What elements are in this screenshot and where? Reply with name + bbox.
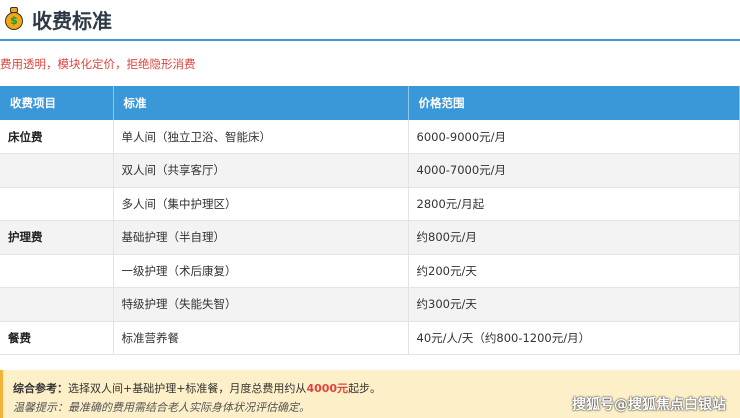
subtitle: 费用透明，模块化定价，拒绝隐形消费 [0, 57, 196, 71]
cell-standard: 特级护理（失能失智） [113, 287, 409, 322]
table-header: 收费项目 标准 价格范围 [0, 86, 740, 120]
summary-label: 综合参考： [13, 382, 68, 395]
cell-price: 约800元/月 [408, 220, 740, 255]
money-bag-icon: $ [4, 7, 24, 31]
cell-item [0, 187, 114, 221]
title-text: 收费标准 [32, 8, 112, 33]
cell-price: 6000-9000元/月 [408, 120, 740, 154]
header-item: 收费项目 [0, 86, 114, 120]
cell-item: 护理费 [0, 220, 114, 255]
divider [0, 39, 740, 41]
table-row: 双人间（共享客厅） 4000-7000元/月 [0, 153, 740, 188]
header-standard: 标准 [113, 86, 409, 120]
cell-standard: 双人间（共享客厅） [113, 153, 409, 188]
cell-item [0, 254, 114, 288]
table-row: 一级护理（术后康复） 约200元/天 [0, 254, 740, 288]
cell-price: 4000-7000元/月 [408, 153, 740, 188]
cell-item: 餐费 [0, 321, 114, 355]
table-row: 护理费 基础护理（半自理） 约800元/月 [0, 220, 740, 255]
fee-table: 收费项目 标准 价格范围 床位费 单人间（独立卫浴、智能床） 6000-9000元/… [0, 86, 740, 355]
cell-standard: 一级护理（术后康复） [113, 254, 409, 288]
table-row: 多人间（集中护理区） 2800元/月起 [0, 187, 740, 221]
table-row: 餐费 标准营养餐 40元/人/天（约800-1200元/月） [0, 321, 740, 355]
page-title: $ 收费标准 [4, 5, 112, 33]
header-price: 价格范围 [408, 86, 740, 120]
cell-price: 约300元/天 [408, 287, 740, 322]
cell-standard: 基础护理（半自理） [113, 220, 409, 255]
summary-text: 选择双人间+基础护理+标准餐，月度总费用约从 [68, 382, 307, 395]
table-row: 特级护理（失能失智） 约300元/天 [0, 287, 740, 322]
cell-standard: 标准营养餐 [113, 321, 409, 355]
cell-standard: 单人间（独立卫浴、智能床） [113, 120, 409, 154]
cell-item [0, 287, 114, 322]
cell-item: 床位费 [0, 120, 114, 154]
cell-price: 2800元/月起 [408, 187, 740, 221]
cell-price: 约200元/天 [408, 254, 740, 288]
summary-text-end: 起步。 [348, 382, 382, 395]
cell-price: 40元/人/天（约800-1200元/月） [408, 321, 740, 355]
table-row: 床位费 单人间（独立卫浴、智能床） 6000-9000元/月 [0, 120, 740, 154]
cell-standard: 多人间（集中护理区） [113, 187, 409, 221]
cell-item [0, 153, 114, 188]
watermark: 搜狐号@搜狐焦点白银站 [572, 397, 726, 413]
summary-highlight: 4000元 [306, 382, 349, 395]
